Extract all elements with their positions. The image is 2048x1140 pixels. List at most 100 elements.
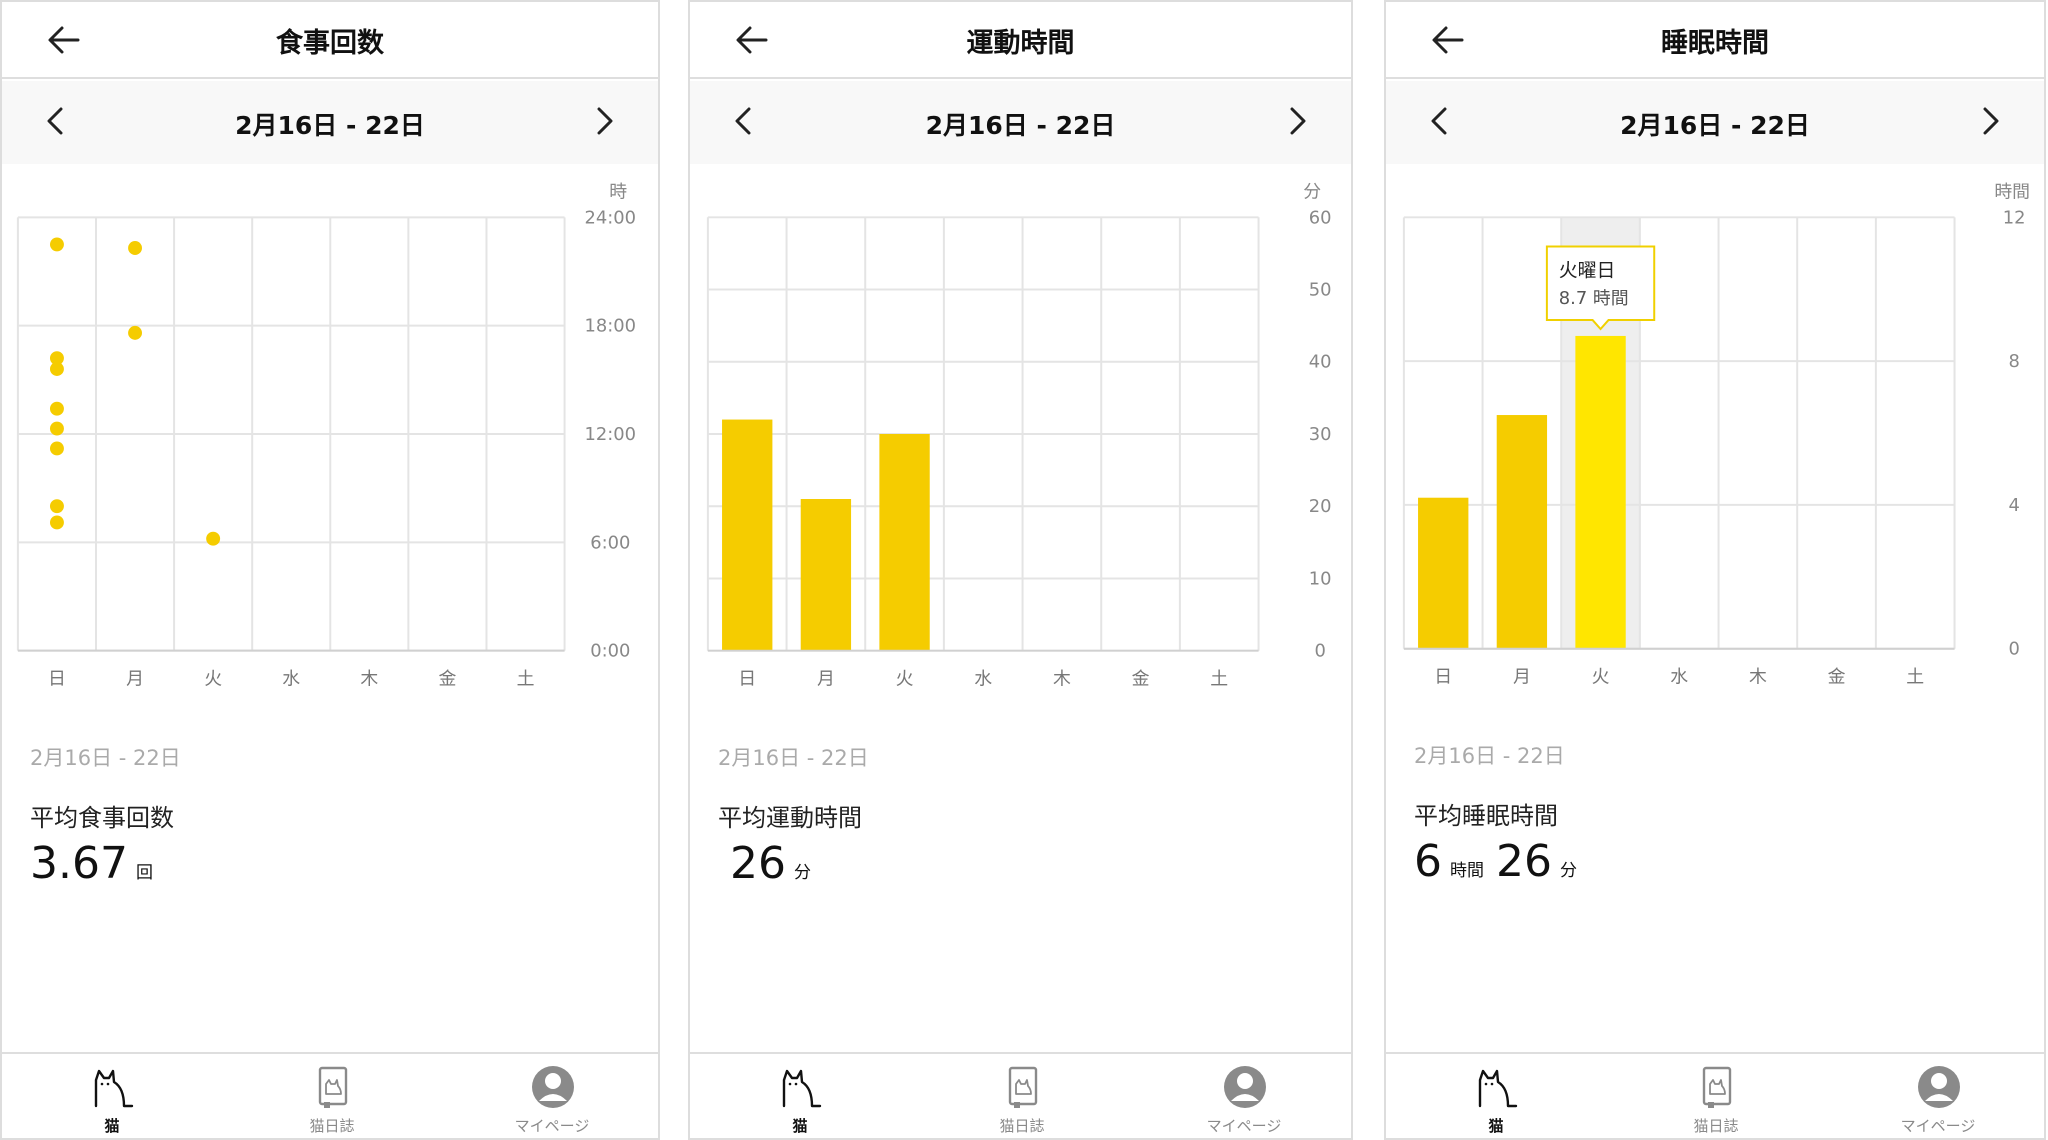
y-tick-label: 30 [1309, 424, 1332, 445]
bar [800, 499, 852, 651]
summary-value: 26 分 [730, 838, 823, 889]
summary-unit: 分 [794, 863, 811, 883]
user-avatar-icon [1224, 1066, 1266, 1108]
x-tick-label: 金 [1828, 666, 1846, 687]
diary-book-icon [1008, 1066, 1038, 1108]
tooltip-title: 火曜日 [1559, 259, 1616, 281]
diary-book-icon [1702, 1066, 1732, 1108]
cat-icon [94, 1069, 134, 1108]
date-navigator: 2月16日 - 22日 [1386, 81, 2044, 164]
chevron-right-icon[interactable] [1277, 101, 1317, 141]
data-point [128, 241, 143, 255]
user-avatar-icon [1918, 1066, 1960, 1108]
y-tick-label: 40 [1309, 352, 1332, 373]
x-tick-label: 水 [1670, 666, 1688, 687]
app-bar: 食事回数 [2, 2, 658, 79]
bar [1418, 497, 1469, 649]
data-point [49, 515, 64, 530]
data-point [206, 531, 221, 546]
tooltip-value: 8.7 時間 [1559, 288, 1629, 309]
bar [1575, 335, 1626, 649]
bar [722, 419, 773, 651]
bottom-tab-bar: 猫 猫日誌 マイページ [1386, 1052, 2044, 1138]
x-tick-label: 日 [1434, 666, 1452, 687]
tab-cat-diary[interactable]: 猫日誌 [1646, 1054, 1786, 1138]
summary-minutes: 26 [1496, 836, 1552, 887]
y-axis-label: 時間 [1994, 181, 2030, 202]
bar [1496, 415, 1548, 649]
app-bar: 睡眠時間 [1386, 2, 2044, 79]
tab-label: 猫 [1488, 1117, 1504, 1135]
x-tick-label: 火 [204, 668, 222, 689]
x-tick-label: 水 [974, 668, 992, 689]
tab-my-page[interactable]: マイページ [1868, 1054, 2008, 1138]
screen-sleep-time: 睡眠時間 2月16日 - 22日 0 4 8 12 時間日 月 火 水 木 金 土 火曜日 8.7 時間… [1384, 0, 2046, 1140]
x-tick-label: 火 [1592, 666, 1610, 687]
summary-number: 26 [730, 838, 786, 889]
tab-label: 猫 [792, 1117, 808, 1135]
tab-cat-diary[interactable]: 猫日誌 [262, 1054, 402, 1138]
y-tick-label: 60 [1309, 207, 1332, 228]
date-navigator: 2月16日 - 22日 [2, 81, 658, 164]
y-tick-label: 8 [2008, 351, 2019, 372]
x-tick-label: 土 [1906, 666, 1924, 687]
y-tick-label: 0 [2008, 639, 2019, 660]
date-range-label: 2月16日 - 22日 [1620, 111, 1810, 140]
y-tick-label: 0 [1314, 641, 1325, 662]
app-bar: 運動時間 [690, 2, 1351, 79]
summary-date-range: 2月16日 - 22日 [718, 746, 869, 770]
data-point [49, 401, 64, 416]
page-title: 食事回数 [276, 28, 384, 59]
y-axis-label: 分 [1303, 181, 1321, 202]
tab-my-page[interactable]: マイページ [1174, 1054, 1314, 1138]
summary-unit: 回 [135, 863, 153, 883]
tab-cat-diary[interactable]: 猫日誌 [952, 1054, 1092, 1138]
cat-icon [1478, 1069, 1518, 1108]
diary-book-icon [318, 1066, 348, 1108]
y-tick-label: 0:00 [590, 641, 630, 662]
bar [879, 434, 930, 651]
tab-label: マイページ [514, 1117, 590, 1135]
tab-label: 猫日誌 [309, 1117, 355, 1135]
y-tick-label: 12:00 [585, 424, 637, 445]
meal-time-scatter-chart: 0:00 6:00 12:00 18:00 24:00 時日 月 火 水 木 金 土 [16, 181, 637, 689]
x-tick-label: 土 [517, 668, 535, 689]
y-tick-label: 24:00 [585, 207, 637, 228]
x-tick-label: 金 [1132, 668, 1150, 689]
user-avatar-icon [532, 1066, 574, 1108]
tab-my-page[interactable]: マイページ [482, 1054, 622, 1138]
x-tick-label: 日 [48, 668, 66, 689]
chevron-right-icon[interactable] [584, 101, 624, 141]
summary-number: 3.67 [30, 838, 128, 889]
x-tick-label: 火 [896, 668, 914, 689]
screen-meal-count: 食事回数 2月16日 - 22日 0:00 6:00 12:00 18:00 24:00… [0, 0, 660, 1140]
date-navigator: 2月16日 - 22日 [690, 81, 1351, 164]
x-tick-label: 月 [1513, 666, 1531, 687]
screen-exercise-time: 運動時間 2月16日 - 22日 0 10 20 30 40 50 60 分日月火水木金土 2… [688, 0, 1353, 1140]
tab-cat[interactable]: 猫 [1426, 1054, 1566, 1138]
tab-cat[interactable]: 猫 [730, 1054, 870, 1138]
cat-icon [782, 1069, 822, 1108]
summary-value: 6 時間 26 分 [1414, 836, 1589, 887]
x-tick-label: 木 [1053, 668, 1071, 689]
summary-label: 平均睡眠時間 [1414, 802, 1558, 830]
y-tick-label: 12 [2003, 207, 2026, 228]
tab-cat[interactable]: 猫 [42, 1054, 182, 1138]
y-tick-label: 4 [2008, 495, 2019, 516]
x-tick-label: 木 [1749, 666, 1767, 687]
date-range-label: 2月16日 - 22日 [235, 111, 425, 140]
summary-unit-minutes: 分 [1560, 861, 1577, 881]
x-tick-label: 月 [126, 668, 144, 689]
x-tick-label: 水 [282, 668, 300, 689]
x-tick-label: 月 [817, 668, 835, 689]
exercise-bar-chart: 0 10 20 30 40 50 60 分日 月 火 水 木 金 土 [706, 181, 1332, 689]
data-point [128, 325, 143, 340]
x-tick-label: 土 [1210, 668, 1228, 689]
summary-date-range: 2月16日 - 22日 [1414, 744, 1565, 768]
summary-label: 平均食事回数 [30, 804, 174, 832]
chevron-right-icon[interactable] [1970, 101, 2010, 141]
x-tick-label: 金 [438, 668, 456, 689]
y-tick-label: 18:00 [585, 316, 637, 337]
bottom-tab-bar: 猫 猫日誌 マイページ [690, 1052, 1351, 1138]
summary-label: 平均運動時間 [718, 804, 862, 832]
